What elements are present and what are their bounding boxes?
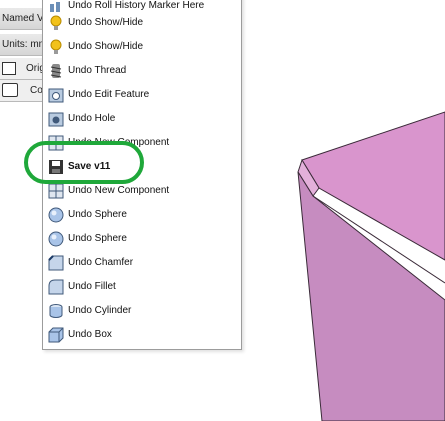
save-highlight-annotation — [24, 141, 144, 184]
menu-item-label: Undo Roll History Marker Here — [68, 0, 205, 11]
menu-item-undo-sphere-1[interactable]: Undo Sphere — [44, 204, 240, 226]
menu-item-undo-fillet[interactable]: Undo Fillet — [44, 276, 240, 298]
edit-feature-icon — [48, 87, 64, 103]
origin-row[interactable]: Orig — [0, 58, 46, 80]
menu-item-undo-show-hide-1[interactable]: Undo Show/Hide — [44, 12, 240, 34]
hole-icon — [48, 111, 64, 127]
chamfer-icon — [48, 255, 64, 271]
menu-item-undo-thread[interactable]: Undo Thread — [44, 60, 240, 82]
menu-item-undo-hole[interactable]: Undo Hole — [44, 108, 240, 130]
menu-item-label: Undo Fillet — [68, 281, 116, 292]
named-views-row[interactable]: Named V — [0, 8, 46, 30]
lightbulb-icon — [48, 39, 64, 55]
3d-body[interactable] — [241, 0, 445, 421]
menu-item-label: Undo Sphere — [68, 233, 127, 244]
sphere-icon — [48, 231, 64, 247]
sphere-icon — [48, 207, 64, 223]
menu-item-label: Undo Box — [68, 329, 112, 340]
menu-item-label: Undo New Component — [68, 185, 170, 196]
menu-item-undo-chamfer[interactable]: Undo Chamfer — [44, 252, 240, 274]
new-component-icon — [48, 183, 64, 199]
viewport-canvas[interactable] — [241, 0, 445, 421]
menu-item-label: Undo Cylinder — [68, 305, 132, 316]
lightbulb-icon — [48, 15, 64, 31]
browser-panel: Named V Units: mm Orig Co — [0, 0, 46, 102]
menu-item-undo-show-hide-2[interactable]: Undo Show/Hide — [44, 36, 240, 58]
menu-item-undo-edit-feature[interactable]: Undo Edit Feature — [44, 84, 240, 106]
named-views-label: Named V — [2, 13, 44, 24]
menu-item-label: Undo Show/Hide — [68, 17, 144, 28]
menu-item-label: Undo Hole — [68, 113, 116, 124]
menu-item-undo-cylinder[interactable]: Undo Cylinder — [44, 300, 240, 322]
components-row[interactable]: Co — [0, 80, 46, 102]
menu-item-label: Undo Edit Feature — [68, 89, 150, 100]
menu-item-label: Undo Sphere — [68, 209, 127, 220]
box-icon — [48, 327, 64, 343]
menu-item-label: Undo Show/Hide — [68, 41, 144, 52]
cylinder-icon — [48, 303, 64, 319]
thread-icon — [48, 63, 64, 79]
visibility-checkbox[interactable] — [2, 62, 16, 75]
menu-item-undo-box[interactable]: Undo Box — [44, 324, 240, 346]
menu-item-label: Undo Chamfer — [68, 257, 134, 268]
menu-item-undo-sphere-2[interactable]: Undo Sphere — [44, 228, 240, 250]
menu-item-label: Undo Thread — [68, 65, 127, 76]
components-label: Co — [30, 85, 43, 96]
component-icon — [2, 83, 18, 97]
units-label: Units: mm — [2, 39, 46, 50]
units-row[interactable]: Units: mm — [0, 34, 46, 56]
fillet-icon — [48, 279, 64, 295]
